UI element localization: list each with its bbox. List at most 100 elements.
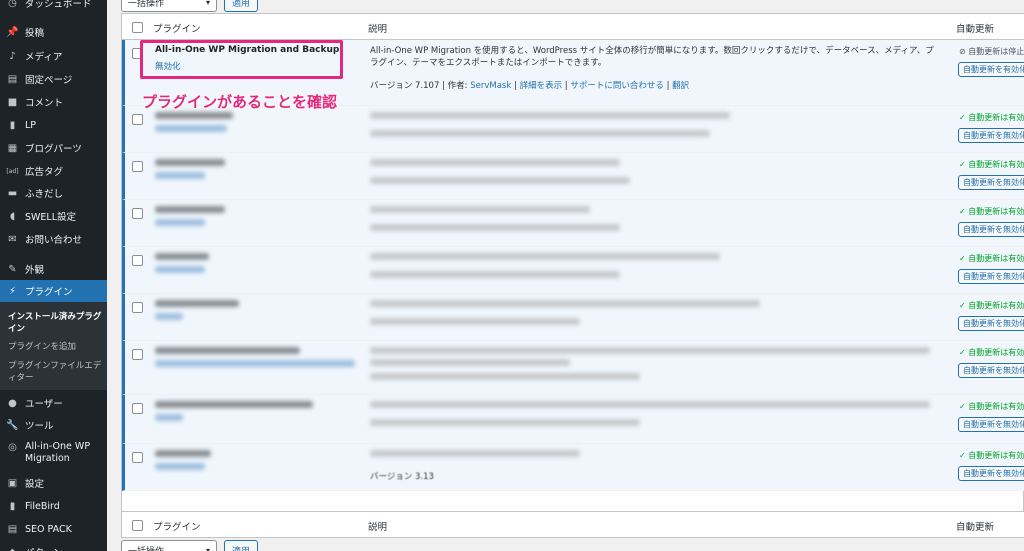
sidebar-item-settings[interactable]: ▣ 設定 bbox=[0, 472, 107, 494]
auto-update-status: ✓ 自動更新は有効中 bbox=[959, 254, 1024, 263]
disable-auto-update-button[interactable]: 自動更新を無効化 bbox=[958, 363, 1024, 378]
column-footer-auto-update: 自動更新 bbox=[956, 522, 995, 533]
sidebar-item-pages[interactable]: ▤ 固定ページ bbox=[0, 68, 107, 90]
sidebar-item-seopack[interactable]: ▤ SEO PACK bbox=[0, 518, 107, 540]
blurred-action-links[interactable] bbox=[155, 266, 205, 273]
sidebar-item-label: 外観 bbox=[25, 265, 45, 276]
auto-update-status: ✓ 自動更新は有効中 bbox=[959, 348, 1024, 357]
sidebar-item-label: 固定ページ bbox=[25, 75, 73, 86]
sidebar-item-plugin[interactable]: ⚡ プラグイン bbox=[0, 280, 107, 302]
plugin-checkbox[interactable] bbox=[132, 161, 143, 172]
check-icon: ✓ bbox=[959, 207, 969, 216]
plugin-checkbox[interactable] bbox=[132, 452, 143, 463]
blurred-plugin-meta bbox=[370, 130, 710, 137]
blurred-description bbox=[370, 347, 930, 354]
blurred-action-links[interactable] bbox=[155, 313, 183, 320]
plugin-checkbox[interactable] bbox=[132, 114, 143, 125]
plugin-checkbox[interactable] bbox=[132, 255, 143, 266]
select-all-checkbox-footer[interactable] bbox=[132, 520, 143, 531]
blurred-action-links[interactable] bbox=[155, 414, 183, 421]
sidebar-item-label: パターン bbox=[25, 545, 63, 551]
blurred-plugin-meta bbox=[370, 177, 630, 184]
check-icon: ✓ bbox=[959, 451, 969, 460]
blurred-plugin-name bbox=[155, 206, 225, 213]
dashboard-icon: ◷ bbox=[8, 0, 17, 9]
plugin-version: バージョン 3.13 bbox=[370, 472, 434, 482]
sidebar-item-label: メディア bbox=[25, 52, 63, 63]
media-icon: ♪ bbox=[9, 50, 16, 62]
sidebar-item-swell[interactable]: ◖ SWELL設定 bbox=[0, 205, 107, 227]
apply-button-top[interactable]: 適用 bbox=[224, 0, 258, 12]
table-header: プラグイン 説明 自動更新 bbox=[122, 14, 1024, 40]
plugin-row: ✓ 自動更新は有効中自動更新を無効化 bbox=[122, 341, 1024, 395]
disable-auto-update-button[interactable]: 自動更新を無効化 bbox=[958, 466, 1024, 481]
disable-auto-update-button[interactable]: 自動更新を無効化 bbox=[958, 222, 1024, 237]
sidebar-item-pattern[interactable]: ◆ パターン bbox=[0, 541, 107, 551]
sidebar-item-label: ユーザー bbox=[25, 399, 63, 410]
submenu-installed-plugins[interactable]: インストール済みプラグイン bbox=[8, 311, 104, 335]
blurred-plugin-name bbox=[155, 112, 233, 119]
support-link[interactable]: サポートに問い合わせる bbox=[570, 81, 664, 91]
sidebar-item-label: ダッシュボード bbox=[25, 0, 92, 10]
sidebar-item-dashboard[interactable]: ◷ ダッシュボード bbox=[0, 0, 107, 14]
blurred-action-links[interactable] bbox=[155, 219, 205, 226]
sidebar-item-migration[interactable]: ◎ All-in-One WP Migration bbox=[0, 439, 107, 471]
sidebar-item-tools[interactable]: 🔧 ツール bbox=[0, 414, 107, 436]
blurred-action-links[interactable] bbox=[155, 463, 205, 470]
sidebar-item-blogparts[interactable]: ▦ ブログパーツ bbox=[0, 137, 107, 159]
blurred-plugin-name bbox=[155, 401, 313, 408]
sidebar-item-appearance[interactable]: ✎ 外観 bbox=[0, 258, 107, 280]
plugin-row: ✓ 自動更新は有効中自動更新を無効化 bbox=[122, 247, 1024, 294]
tools-icon: 🔧 bbox=[6, 419, 19, 431]
column-footer-plugin[interactable]: プラグイン bbox=[153, 519, 201, 533]
table-footer: プラグイン 説明 自動更新 bbox=[122, 511, 1024, 537]
submenu-plugin-file-editor[interactable]: プラグインファイルエディター bbox=[8, 360, 104, 384]
sidebar-item-mail[interactable]: ✉ お問い合わせ bbox=[0, 228, 107, 250]
enable-auto-update-button[interactable]: 自動更新を有効化 bbox=[958, 62, 1024, 77]
select-all-checkbox[interactable] bbox=[132, 22, 143, 33]
sidebar-item-pushpin[interactable]: 📌 投稿 bbox=[0, 21, 107, 43]
plugin-version: バージョン 7.107 bbox=[370, 81, 440, 91]
translate-link[interactable]: 翻訳 bbox=[672, 81, 689, 91]
blurred-plugin-name bbox=[155, 300, 239, 307]
auto-update-status: ✓ 自動更新は有効中 bbox=[959, 160, 1024, 169]
plugin-checkbox[interactable] bbox=[132, 349, 143, 360]
plugin-checkbox[interactable] bbox=[132, 302, 143, 313]
sidebar-item-ad[interactable]: [ad] 広告タグ bbox=[0, 160, 107, 182]
sidebar-item-comment[interactable]: ■ コメント bbox=[0, 91, 107, 113]
bulk-action-select-bottom[interactable]: 一括操作 ▾ bbox=[121, 540, 217, 551]
sidebar-item-label: ふきだし bbox=[25, 189, 64, 200]
sidebar-item-media[interactable]: ♪ メディア bbox=[0, 45, 107, 67]
bulk-action-select-top[interactable]: 一括操作 ▾ bbox=[121, 0, 217, 12]
column-header-plugin[interactable]: プラグイン bbox=[153, 21, 201, 35]
plugin-row: ✓ 自動更新は有効中自動更新を無効化 bbox=[122, 200, 1024, 247]
blurred-description bbox=[370, 359, 570, 366]
sidebar-item-lp[interactable]: ▮ LP bbox=[0, 114, 107, 136]
plugin-checkbox[interactable] bbox=[132, 403, 143, 414]
blurred-action-links[interactable] bbox=[155, 172, 205, 179]
blurred-action-links[interactable] bbox=[155, 125, 227, 132]
sidebar-item-filebird[interactable]: ▮ FileBird bbox=[0, 495, 107, 517]
sidebar-item-balloon[interactable]: ▬ ふきだし bbox=[0, 182, 107, 204]
plugin-row: ✓ 自動更新は有効中自動更新を無効化 bbox=[122, 106, 1024, 153]
plugin-checkbox[interactable] bbox=[132, 208, 143, 219]
check-icon: ✓ bbox=[959, 402, 969, 411]
disable-auto-update-button[interactable]: 自動更新を無効化 bbox=[958, 316, 1024, 331]
author-link[interactable]: ServMask bbox=[470, 81, 511, 91]
disable-auto-update-button[interactable]: 自動更新を無効化 bbox=[958, 175, 1024, 190]
settings-icon: ▣ bbox=[7, 477, 18, 489]
disable-auto-update-button[interactable]: 自動更新を無効化 bbox=[958, 128, 1024, 143]
view-details-link[interactable]: 詳細を表示 bbox=[520, 81, 563, 91]
disable-auto-update-button[interactable]: 自動更新を無効化 bbox=[958, 269, 1024, 284]
admin-sidebar: ◷ ダッシュボード インストール済みプラグイン プラグインを追加 プラグインファ… bbox=[0, 0, 107, 551]
blurred-description bbox=[370, 401, 930, 408]
disable-auto-update-button[interactable]: 自動更新を無効化 bbox=[958, 417, 1024, 432]
blurred-action-links[interactable] bbox=[155, 360, 355, 367]
annotation-text: プラグインがあることを確認 bbox=[142, 93, 338, 111]
apply-button-bottom[interactable]: 適用 bbox=[224, 540, 258, 551]
column-header-auto-update: 自動更新 bbox=[956, 24, 995, 35]
blogparts-icon: ▦ bbox=[7, 142, 18, 154]
auto-update-status: ✓ 自動更新は有効中 bbox=[959, 402, 1024, 411]
submenu-add-plugin[interactable]: プラグインを追加 bbox=[8, 341, 104, 353]
sidebar-item-user[interactable]: ● ユーザー bbox=[0, 392, 107, 414]
